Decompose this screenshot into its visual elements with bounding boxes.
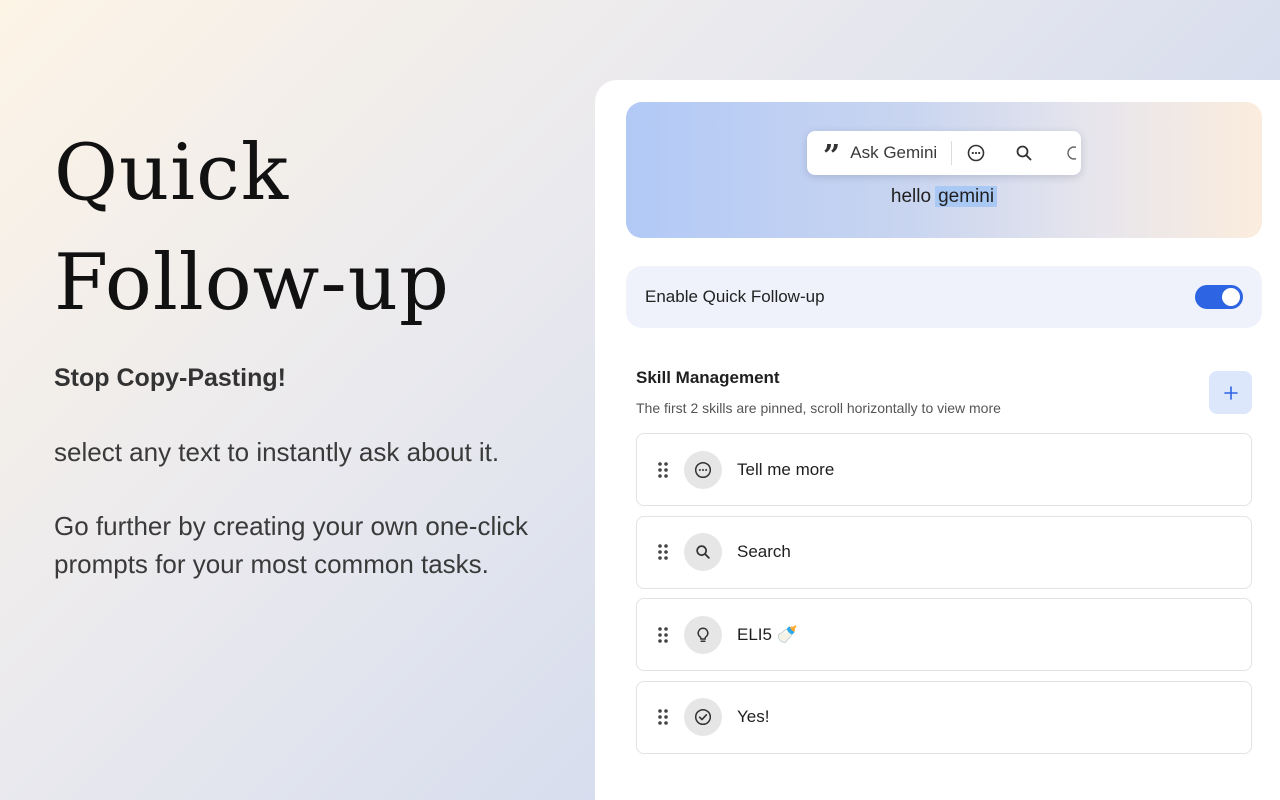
hero-paragraph-2: Go further by creating your own one-clic…	[54, 511, 528, 579]
skill-label: Search	[737, 542, 791, 562]
skill-label: Yes!	[737, 707, 770, 727]
preview-text-selected: gemini	[935, 186, 998, 207]
preview-text-plain: hello	[890, 186, 932, 207]
skill-label: ELI5 🍼	[737, 624, 798, 644]
skill-management-description: The first 2 skills are pinned, scroll ho…	[636, 400, 1001, 416]
search-icon	[684, 533, 722, 572]
skill-item-eli5[interactable]: ELI5 🍼	[636, 598, 1252, 672]
enable-quick-follow-up-label: Enable Quick Follow-up	[645, 287, 825, 306]
enable-quick-follow-up-row: Enable Quick Follow-up	[626, 266, 1262, 328]
skill-management-title: Skill Management	[636, 368, 780, 387]
ask-gemini-button[interactable]: Ask Gemini	[850, 143, 937, 163]
skill-management-header: Skill Management The first 2 skills are …	[636, 368, 1001, 416]
skill-item-search[interactable]: Search	[636, 515, 1252, 589]
more-icon[interactable]	[1064, 143, 1077, 163]
toolbar-divider	[951, 141, 953, 165]
check-circle-icon	[684, 698, 722, 737]
skill-item-tell-me-more[interactable]: Tell me more	[636, 433, 1252, 506]
plus-icon	[1223, 385, 1238, 400]
drag-handle-icon[interactable]	[657, 543, 669, 561]
hero-paragraph-1: select any text to instantly ask about i…	[54, 437, 500, 467]
chat-bubble-icon	[684, 450, 722, 489]
hero-title: Quick Follow-up	[54, 118, 594, 338]
drag-handle-icon[interactable]	[657, 461, 669, 479]
hero-title-line-2: Follow-up	[54, 238, 450, 328]
selection-preview: ” Ask Gemini hello gemini	[626, 102, 1262, 238]
chat-bubble-icon[interactable]	[966, 143, 986, 163]
quote-icon: ”	[823, 139, 841, 174]
toggle-knob	[1222, 288, 1240, 306]
search-icon[interactable]	[1014, 143, 1034, 163]
preview-text: hello gemini	[626, 186, 1262, 208]
hero-title-line-1: Quick	[54, 128, 290, 218]
drag-handle-icon[interactable]	[657, 708, 669, 726]
hero-section: Quick Follow-up Stop Copy-Pasting! selec…	[54, 118, 594, 583]
add-skill-button[interactable]	[1209, 371, 1252, 414]
hero-subtitle: Stop Copy-Pasting!	[54, 364, 286, 392]
drag-handle-icon[interactable]	[657, 626, 669, 644]
enable-quick-follow-up-toggle[interactable]	[1195, 285, 1243, 309]
lightbulb-icon	[684, 615, 722, 654]
settings-panel: ” Ask Gemini hello gemini Enable Quick Fo…	[595, 80, 1280, 800]
skill-item-yes[interactable]: Yes!	[636, 680, 1252, 754]
floating-toolbar: ” Ask Gemini	[807, 131, 1081, 175]
skill-label: Tell me more	[737, 459, 835, 479]
skill-list: Tell me more Search ELI5 🍼 Yes!	[636, 433, 1252, 763]
